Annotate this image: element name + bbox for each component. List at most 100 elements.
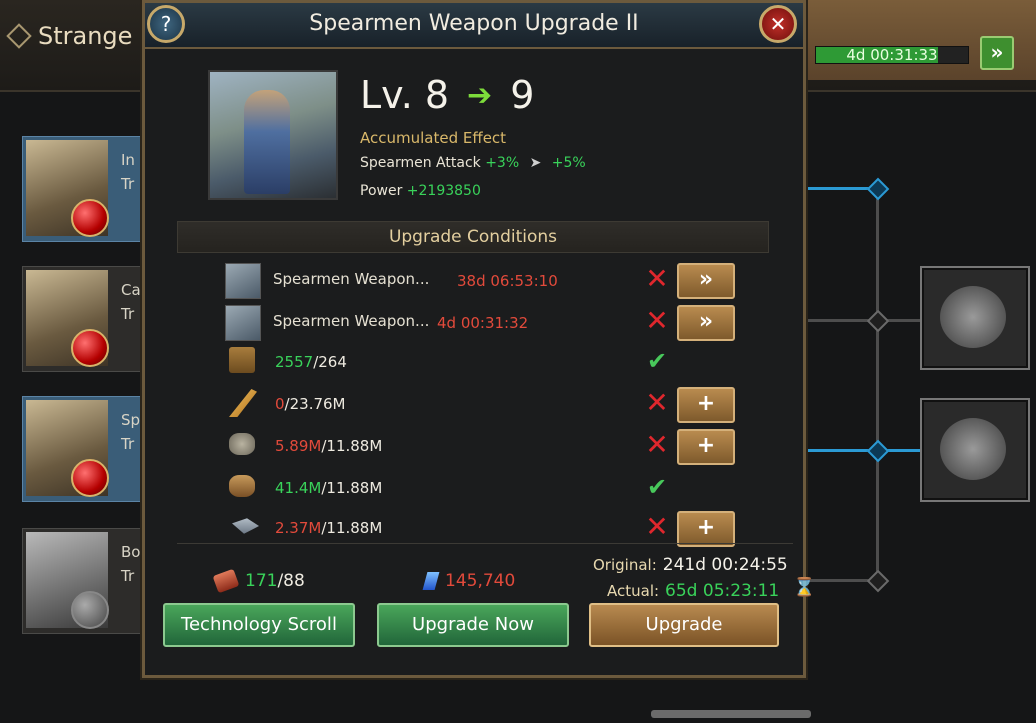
unmet-x-icon: ✕ [645,262,669,295]
arrow-right-icon: ➔ [467,77,493,113]
level-display: Lv. 8 ➔ 9 [360,73,534,117]
effect-current: +3% [485,155,520,171]
actual-time-line: Actual: 65d 05:23:11 [607,581,779,601]
gem-icon [422,572,440,590]
power-label: Power [360,183,403,199]
red-orb-icon [71,459,109,497]
chevron-right-icon: ➤ [529,155,542,171]
condition-amount: 2.37M/11.88M [275,519,382,537]
condition-row-book: 2557/264 ✔ [225,345,735,381]
tech-card-cavalry[interactable]: Ca Tr [22,266,144,372]
tech-card-label: In [121,151,135,169]
goto-button[interactable]: » [677,305,735,341]
condition-amount: 5.89M/11.88M [275,437,382,455]
book-icon [229,347,255,373]
gem-amount: 145,740 [445,571,516,591]
tree-connector [800,449,920,452]
tech-thumbnail-icon [225,305,261,341]
unmet-x-icon: ✕ [645,304,669,337]
upgrade-conditions-header: Upgrade Conditions [177,221,769,253]
spearman-portrait [208,70,338,200]
add-feather-button[interactable]: + [677,387,735,423]
gray-orb-icon [71,591,109,629]
tree-node [866,177,890,201]
unmet-x-icon: ✕ [645,510,669,543]
effect-next: +5% [551,155,586,171]
book-have: 2557 [275,353,314,371]
iron-have: 2.37M [275,519,322,537]
upgrade-now-button[interactable]: Upgrade Now [377,603,569,647]
tech-card-bowmen[interactable]: Bo Tr [22,528,144,634]
condition-row-tech: Spearmen Weapon... 4d 00:31:32 ✕ » [225,305,735,341]
iron-icon [232,518,259,534]
goto-button[interactable]: » [677,263,735,299]
level-next: 9 [510,73,535,117]
feather-icon [229,389,257,417]
tech-node-hammer[interactable] [920,398,1030,502]
technology-scroll-count: 171/88 [212,568,305,594]
level-current: Lv. 8 [360,73,450,117]
tech-card-spearmen[interactable]: Sp Tr [22,396,144,502]
wood-need: /11.88M [321,479,383,497]
actual-time-label: Actual: [607,582,660,600]
tech-card-label: Sp [121,411,141,429]
feather-have: 0 [275,395,285,413]
condition-amount: 0/23.76M [275,395,345,413]
condition-tech-time: 4d 00:31:32 [437,314,529,332]
original-time-label: Original: [593,556,657,574]
upgrade-button[interactable]: Upgrade [589,603,779,647]
wood-have: 41.4M [275,479,322,497]
scroll-have: 171 [245,571,278,591]
tech-card-label: Bo [121,543,141,561]
close-button[interactable]: ✕ [759,5,797,43]
condition-row-wood: 41.4M/11.88M ✔ [225,471,735,507]
stone-need: /11.88M [321,437,383,455]
research-timer-text: 4d 00:31:33 [846,46,938,64]
technology-scroll-button[interactable]: Technology Scroll [163,603,355,647]
tree-connector [800,187,876,190]
hammer-hand-icon [940,418,1006,480]
condition-row-tech: Spearmen Weapon... 38d 06:53:10 ✕ » [225,263,735,299]
dialog-title: Spearmen Weapon Upgrade II [309,11,639,36]
divider [177,543,793,544]
accumulated-effect-title: Accumulated Effect [360,129,507,147]
condition-tech-name[interactable]: Spearmen Weapon... [273,270,429,288]
upgrade-dialog: Spearmen Weapon Upgrade II ? ✕ Lv. 8 ➔ 9… [142,0,816,678]
screen-title: Strange [6,22,133,50]
condition-tech-name[interactable]: Spearmen Weapon... [273,312,429,330]
tech-node-armor[interactable] [920,266,1030,370]
effect-line: Spearmen Attack +3% ➤ +5% [360,155,586,171]
tech-card-label: Tr [121,305,135,323]
tree-node [866,439,890,463]
speedup-button[interactable]: » [980,36,1014,70]
dialog-header: Spearmen Weapon Upgrade II [145,3,803,49]
book-need: /264 [313,353,347,371]
unmet-x-icon: ✕ [645,386,669,419]
condition-row-feather: 0/23.76M ✕ + [225,387,735,423]
condition-row-stone: 5.89M/11.88M ✕ + [225,429,735,465]
power-value: +2193850 [406,183,481,199]
horizontal-scrollbar[interactable] [651,710,811,718]
condition-row-iron: 2.37M/11.88M ✕ + [225,511,735,547]
red-orb-icon [71,199,109,237]
condition-amount: 41.4M/11.88M [275,479,382,497]
met-check-icon: ✔ [646,347,668,375]
original-time-line: Original: 241d 00:24:55 [593,555,788,575]
unmet-x-icon: ✕ [645,428,669,461]
tech-card-label: Ca [121,281,141,299]
add-stone-button[interactable]: + [677,429,735,465]
red-orb-icon [71,329,109,367]
help-button[interactable]: ? [147,5,185,43]
tech-thumbnail-icon [225,263,261,299]
add-iron-button[interactable]: + [677,511,735,547]
tech-card-infantry[interactable]: In Tr [22,136,144,242]
power-line: Power +2193850 [360,183,481,199]
wood-icon [229,475,255,497]
hourglass-icon: ⌛ [793,577,816,598]
iron-need: /11.88M [321,519,383,537]
scroll-need: /88 [277,571,305,591]
condition-amount: 2557/264 [275,353,347,371]
met-check-icon: ✔ [646,473,668,501]
screen-title-text: Strange [38,22,133,50]
tech-card-label: Tr [121,435,135,453]
